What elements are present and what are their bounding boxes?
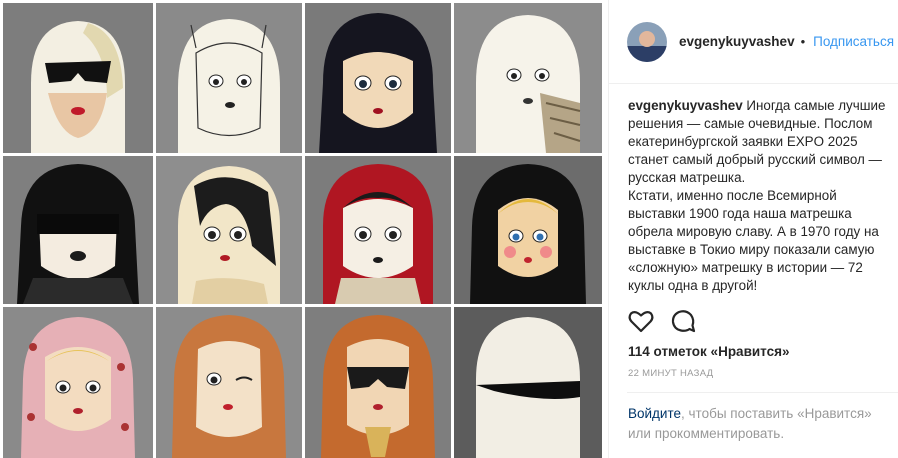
doll-ginger-wink [156,307,302,458]
login-prompt: Войдите, чтобы поставить «Нравится» или … [628,404,890,444]
likes-count[interactable]: 114 отметок «Нравится» [628,344,790,359]
action-bar [627,307,697,335]
doll-checked-coat [454,3,602,153]
avatar[interactable] [627,21,667,62]
doll-red-hood [305,156,451,304]
doll-redhead-sunglasses [305,307,451,458]
doll-sunglasses-blonde [3,3,153,153]
post-sidebar: evgenykuyvashev • Подписаться evgenykuyv… [608,0,898,458]
post-photo[interactable] [0,0,608,458]
divider [627,392,898,393]
username-link[interactable]: evgenykuyvashev [679,34,795,49]
comment-icon[interactable] [669,307,697,335]
doll-line-drawing [156,3,302,153]
doll-blonde-dark [454,156,602,304]
post-caption: evgenykuyvashev Иногда самые лучшие реше… [609,84,898,293]
doll-asymmetric-hair [156,156,302,304]
doll-black-bob-sunglasses [3,156,153,304]
post-timestamp[interactable]: 22 МИНУТ НАЗАД [628,368,713,379]
doll-pink-floral [3,307,153,458]
follow-button[interactable]: Подписаться [813,34,894,49]
doll-black-hair [305,3,451,153]
doll-minimal-black-band [454,307,602,458]
caption-text-2: Кстати, именно после Всемирной выставки … [628,188,879,293]
login-link[interactable]: Войдите [628,406,681,421]
post-header: evgenykuyvashev • Подписаться [609,0,898,84]
caption-username-link[interactable]: evgenykuyvashev [628,98,743,113]
heart-icon[interactable] [627,307,655,335]
separator-dot: • [800,34,806,49]
